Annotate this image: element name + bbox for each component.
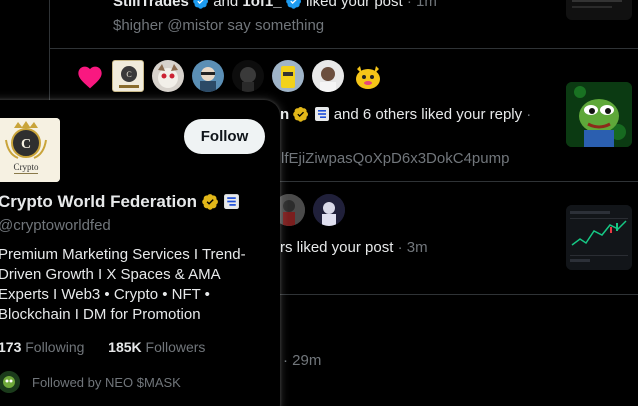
row-divider [49, 48, 638, 49]
verified-badge-icon [193, 0, 209, 9]
notification-bottom-time[interactable]: · 29m [283, 352, 321, 369]
notification-like-reply-text[interactable]: n and 6 others liked your reply · [280, 106, 531, 123]
bio-line: Premium Marketing Services I Trend- [0, 246, 246, 263]
follow-button[interactable]: Follow [184, 119, 265, 154]
separator: · [397, 239, 403, 256]
avatar-caption: Crypto [13, 162, 39, 172]
action-text: liked your post [305, 0, 403, 10]
timestamp[interactable]: 1m [416, 0, 437, 10]
separator: · [526, 106, 532, 123]
bio-line: Driven Growth I X Spaces & AMA [0, 266, 221, 283]
action-text: rs liked your post [280, 239, 394, 256]
actor-name[interactable]: StillTrades [113, 0, 189, 10]
bio-line: Experts I Web3 • Crypto • NFT • [0, 286, 210, 303]
actor-name-fragment[interactable]: n [280, 106, 289, 123]
post-preview-text: $higher @mistor say something [113, 17, 325, 34]
post-thumbnail[interactable] [566, 82, 632, 147]
post-thumbnail[interactable] [566, 205, 632, 270]
following-label: Following [25, 339, 85, 355]
timestamp[interactable]: 3m [407, 239, 428, 256]
followers-link[interactable]: 185K Followers [108, 339, 205, 355]
actor-name[interactable]: 1of1_ [242, 0, 281, 10]
heart-icon [78, 66, 102, 89]
following-link[interactable]: 173 Following [0, 339, 88, 355]
affiliate-badge-icon [314, 107, 329, 121]
avatar[interactable] [312, 60, 344, 92]
avatar[interactable]: C [112, 60, 144, 92]
action-text: and 6 others liked your reply [333, 106, 523, 123]
svg-text:C: C [21, 137, 31, 152]
separator: · [406, 0, 412, 10]
profile-stats: 173 Following 185K Followers [0, 339, 205, 355]
timestamp[interactable]: 29m [292, 352, 321, 369]
profile-avatar[interactable]: C Crypto [0, 118, 60, 182]
affiliate-badge-icon [224, 194, 240, 209]
followed-by[interactable]: Followed by NEO $MASK [0, 371, 181, 393]
profile-hover-card: C Crypto Follow Crypto World Federation … [0, 100, 280, 406]
verified-badge-icon [285, 0, 301, 9]
reply-preview-text: lfEjiZiwpasQoXpD6x3DokC4pump [281, 150, 510, 167]
avatar[interactable] [192, 60, 224, 92]
avatar[interactable] [152, 60, 184, 92]
verified-gold-badge-icon [293, 107, 309, 122]
svg-text:C: C [126, 70, 131, 79]
avatar[interactable] [313, 194, 345, 226]
notifications-page: StillTrades and 1of1_ liked your post · … [0, 0, 638, 406]
followers-count: 185K [108, 339, 142, 355]
profile-bio: Premium Marketing Services I Trend- Driv… [0, 245, 283, 325]
avatar[interactable] [232, 60, 264, 92]
followed-by-text: Followed by NEO $MASK [32, 374, 181, 390]
followers-label: Followers [145, 339, 206, 355]
joiner-text: and [213, 0, 239, 10]
post-thumbnail[interactable] [566, 0, 632, 20]
avatar[interactable] [272, 60, 304, 92]
notification-like-post-text[interactable]: rs liked your post · 3m [280, 239, 428, 256]
bio-line: Blockchain I DM for Promotion [0, 306, 201, 323]
verified-gold-badge-icon [201, 194, 218, 210]
profile-display-name[interactable]: Crypto World Federation [0, 192, 197, 211]
profile-handle[interactable]: @cryptoworldfed [0, 217, 111, 234]
following-count: 173 [0, 339, 22, 355]
avatar[interactable] [352, 60, 384, 92]
notification-top-header[interactable]: StillTrades and 1of1_ liked your post · … [113, 0, 437, 10]
liker-avatars: C [112, 60, 384, 92]
follower-avatar [0, 371, 20, 393]
separator: · [283, 352, 288, 369]
profile-name[interactable]: Crypto World Federation [0, 192, 240, 212]
